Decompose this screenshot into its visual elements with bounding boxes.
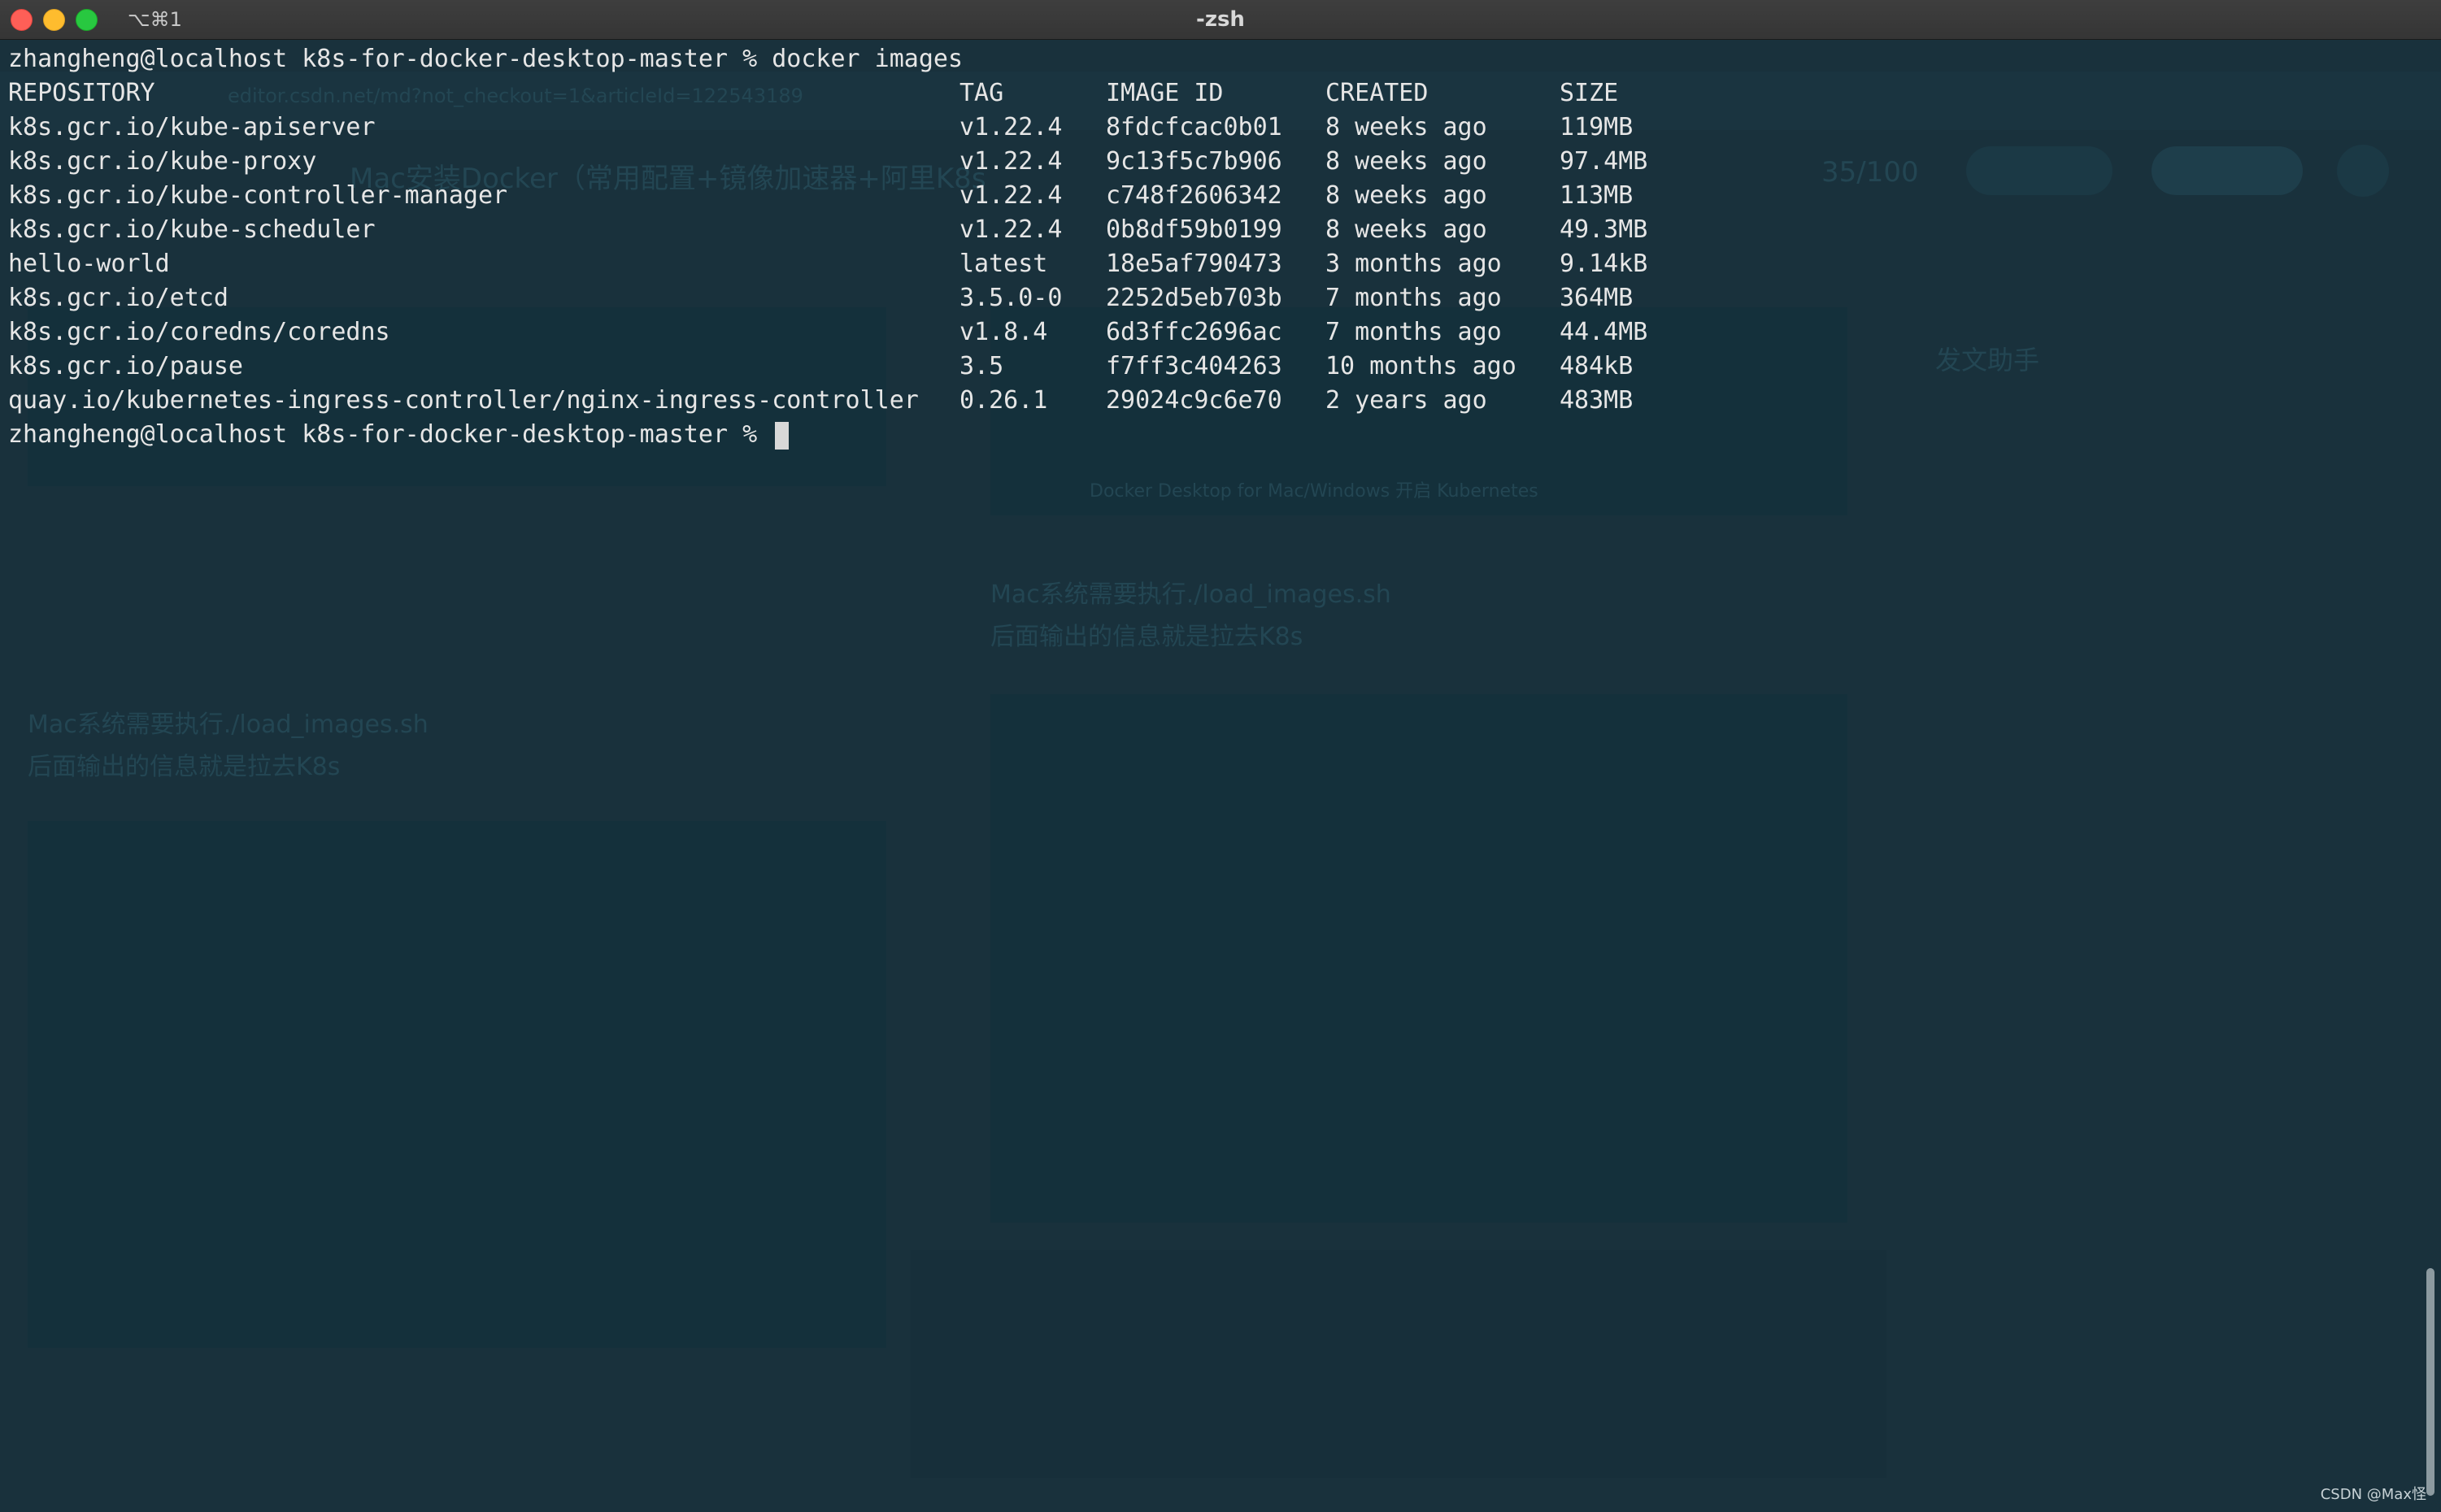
cell-image-id: f7ff3c404263: [1106, 352, 1282, 380]
table-row: k8s.gcr.io/kube-controller-manager v1.22…: [8, 179, 1633, 213]
table-row: k8s.gcr.io/kube-scheduler v1.22.4 0b8df5…: [8, 213, 1647, 247]
cell-tag: v1.22.4: [959, 113, 1063, 141]
cell-created: 8 weeks ago: [1325, 181, 1487, 210]
cell-size: 484kB: [1560, 352, 1634, 380]
mac-note-left-line2: 后面输出的信息就是拉去K8s: [28, 753, 341, 781]
cell-size: 44.4MB: [1560, 318, 1648, 346]
terminal-window: editor.csdn.net/md?not_checkout=1&articl…: [0, 0, 2441, 1512]
cell-tag: v1.8.4: [959, 318, 1048, 346]
table-row: quay.io/kubernetes-ingress-controller/ng…: [8, 384, 1633, 418]
assistant-title: 发文助手: [1935, 345, 2040, 376]
prompt-cwd: k8s-for-docker-desktop-master: [302, 45, 729, 73]
cell-repository: hello-world: [8, 250, 170, 278]
preview-image-4: [28, 821, 886, 1348]
cell-size: 113MB: [1560, 181, 1634, 210]
table-header: REPOSITORY TAG IMAGE ID CREATED SIZE: [8, 76, 1618, 111]
mac-note-right-line2: 后面输出的信息就是拉去K8s: [990, 623, 1303, 651]
table-row: k8s.gcr.io/kube-apiserver v1.22.4 8fdcfc…: [8, 111, 1633, 145]
word-count: 35/100: [1821, 156, 1919, 189]
table-row: hello-world latest 18e5af790473 3 months…: [8, 247, 1647, 281]
save-draft-button: [1966, 146, 2112, 195]
cell-created: 8 weeks ago: [1325, 147, 1487, 176]
text-cursor: [775, 421, 790, 450]
browser-url: editor.csdn.net/md?not_checkout=1&articl…: [228, 85, 803, 107]
cell-repository: k8s.gcr.io/coredns/coredns: [8, 318, 390, 346]
cell-image-id: 9c13f5c7b906: [1106, 147, 1282, 176]
avatar: [2337, 145, 2389, 197]
cell-repository: k8s.gcr.io/etcd: [8, 284, 228, 312]
cell-size: 9.14kB: [1560, 250, 1648, 278]
cell-tag: latest: [959, 250, 1048, 278]
header-tag: TAG: [959, 79, 1004, 107]
preview-image-3: [990, 694, 1847, 1223]
cell-created: 8 weeks ago: [1325, 215, 1487, 244]
terminal-output[interactable]: zhangheng@localhost k8s-for-docker-deskt…: [8, 42, 1647, 452]
prompt-user-host: zhangheng@localhost: [8, 420, 288, 449]
cell-size: 119MB: [1560, 113, 1634, 141]
cell-tag: v1.22.4: [959, 215, 1063, 244]
command-text: docker images: [772, 45, 964, 73]
header-size: SIZE: [1560, 79, 1619, 107]
cell-created: 7 months ago: [1325, 318, 1502, 346]
cell-repository: k8s.gcr.io/kube-apiserver: [8, 113, 376, 141]
cell-image-id: 0b8df59b0199: [1106, 215, 1282, 244]
cell-repository: k8s.gcr.io/kube-scheduler: [8, 215, 376, 244]
mac-note-right-line1: Mac系统需要执行./load_images.sh: [990, 580, 1391, 609]
cell-repository: k8s.gcr.io/kube-proxy: [8, 147, 317, 176]
header-created: CREATED: [1325, 79, 1429, 107]
cell-tag: 0.26.1: [959, 386, 1048, 415]
cell-size: 483MB: [1560, 386, 1634, 415]
cell-image-id: 18e5af790473: [1106, 250, 1282, 278]
vertical-scrollbar[interactable]: [2426, 1268, 2434, 1496]
cell-tag: 3.5: [959, 352, 1004, 380]
table-row: k8s.gcr.io/kube-proxy v1.22.4 9c13f5c7b9…: [8, 145, 1647, 179]
header-repository: REPOSITORY: [8, 79, 155, 107]
prompt-line[interactable]: zhangheng@localhost k8s-for-docker-deskt…: [8, 418, 790, 452]
cell-tag: v1.22.4: [959, 181, 1063, 210]
title-bar: ⌥⌘1 -zsh: [0, 0, 2441, 40]
cell-created: 8 weeks ago: [1325, 113, 1487, 141]
cell-size: 97.4MB: [1560, 147, 1648, 176]
watermark: CSDN @Max怪: [2320, 1486, 2426, 1503]
cell-image-id: c748f2606342: [1106, 181, 1282, 210]
cell-repository: k8s.gcr.io/pause: [8, 352, 243, 380]
cell-created: 10 months ago: [1325, 352, 1516, 380]
header-image-id: IMAGE ID: [1106, 79, 1224, 107]
cell-created: 3 months ago: [1325, 250, 1502, 278]
cell-size: 364MB: [1560, 284, 1634, 312]
window-title: -zsh: [1196, 7, 1245, 32]
table-row: k8s.gcr.io/pause 3.5 f7ff3c404263 10 mon…: [8, 350, 1633, 384]
publish-button: [2152, 146, 2303, 195]
cell-image-id: 2252d5eb703b: [1106, 284, 1282, 312]
cell-created: 7 months ago: [1325, 284, 1502, 312]
cell-repository: k8s.gcr.io/kube-controller-manager: [8, 181, 508, 210]
cell-image-id: 29024c9c6e70: [1106, 386, 1282, 415]
preview-panel: [911, 1250, 1886, 1478]
cell-image-id: 8fdcfcac0b01: [1106, 113, 1282, 141]
table-row: k8s.gcr.io/coredns/coredns v1.8.4 6d3ffc…: [8, 315, 1647, 350]
command-line: zhangheng@localhost k8s-for-docker-deskt…: [8, 45, 964, 73]
prompt-cwd: k8s-for-docker-desktop-master: [302, 420, 729, 449]
prompt-user-host: zhangheng@localhost: [8, 45, 288, 73]
image-caption: Docker Desktop for Mac/Windows 开启 Kubern…: [1090, 481, 1538, 502]
cell-size: 49.3MB: [1560, 215, 1648, 244]
mac-note-left-line1: Mac系统需要执行./load_images.sh: [28, 710, 429, 739]
cell-tag: 3.5.0-0: [959, 284, 1063, 312]
cell-repository: quay.io/kubernetes-ingress-controller/ng…: [8, 386, 919, 415]
cell-tag: v1.22.4: [959, 147, 1063, 176]
table-row: k8s.gcr.io/etcd 3.5.0-0 2252d5eb703b 7 m…: [8, 281, 1633, 315]
cell-image-id: 6d3ffc2696ac: [1106, 318, 1282, 346]
cell-created: 2 years ago: [1325, 386, 1487, 415]
